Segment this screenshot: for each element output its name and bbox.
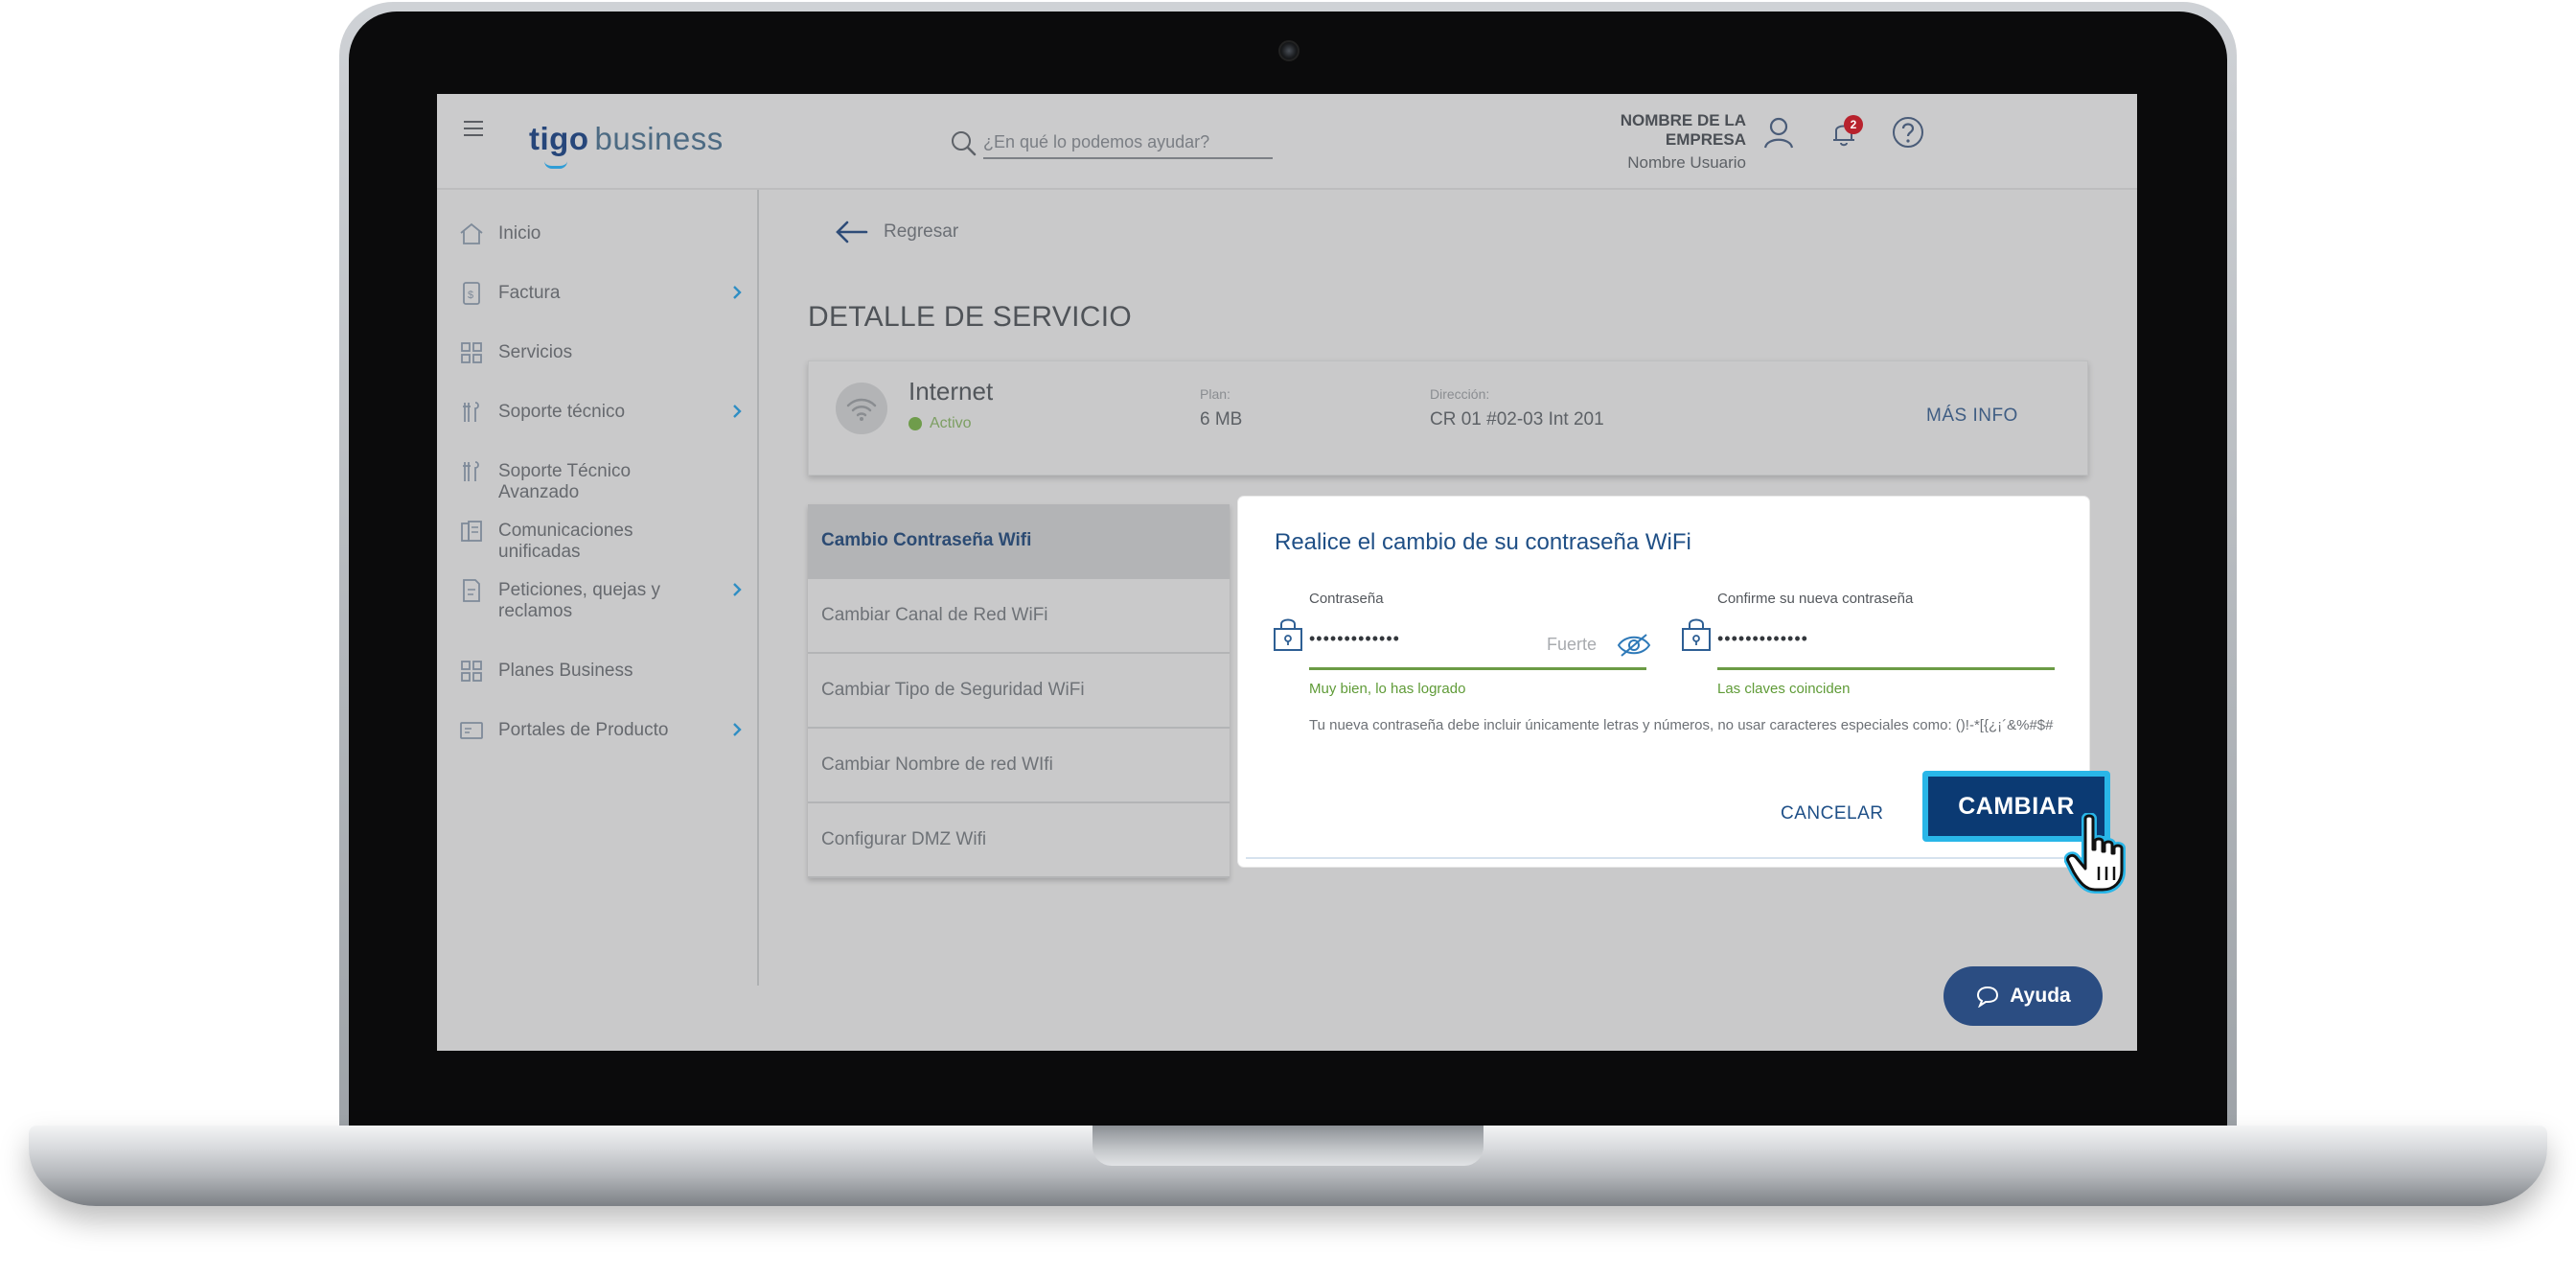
sidebar-item-label: Portales de Producto [498, 720, 669, 740]
option-change-security[interactable]: Cambiar Tipo de Seguridad WiFi [808, 654, 1230, 729]
chat-bubble-icon [1977, 986, 1999, 1008]
hamburger-menu-icon[interactable] [464, 121, 483, 136]
status-text: Activo [930, 415, 972, 431]
sidebar-item-soporte-tecnico[interactable]: Soporte técnico [458, 399, 746, 437]
change-password-dialog: Realice el cambio de su contraseña WiFi … [1238, 497, 2110, 867]
sidebar-item-soporte-avanzado[interactable]: Soporte Técnico Avanzado [458, 458, 746, 502]
tigo-business-logo[interactable]: tigo business [529, 121, 724, 157]
help-chat-button[interactable]: Ayuda [1944, 966, 2103, 1026]
status-dot-icon [908, 417, 922, 430]
sidebar-item-planes-business[interactable]: Planes Business [458, 658, 746, 696]
portal-icon [460, 722, 483, 739]
password-strength: Fuerte [1547, 635, 1598, 654]
sidebar-item-label: Inicio [498, 223, 541, 244]
sidebar-item-label: Factura [498, 283, 561, 303]
service-status: Activo [908, 415, 972, 432]
confirm-password-label: Confirme su nueva contraseña [1717, 591, 1914, 607]
logo-smile-mark [544, 161, 567, 169]
sidebar-item-servicios[interactable]: Servicios [458, 339, 746, 378]
chevron-right-icon[interactable] [728, 403, 746, 420]
option-change-network-name[interactable]: Cambiar Nombre de red WIfi [808, 729, 1230, 803]
plan-label: Plan: [1200, 386, 1230, 402]
sidebar-item-label: Comunicaciones unificadas [498, 521, 633, 562]
dialog-title: Realice el cambio de su contraseña WiFi [1275, 529, 1691, 555]
option-change-channel[interactable]: Cambiar Canal de Red WiFi [808, 579, 1230, 654]
password-rules-text: Tu nueva contraseña debe incluir únicame… [1309, 717, 2054, 733]
password-input[interactable]: ••••••••••••• [1309, 629, 1400, 649]
sidebar-item-label: Planes Business [498, 661, 633, 681]
user-name: Nombre Usuario [1627, 153, 1746, 172]
webcam [1278, 40, 1300, 61]
more-info-link[interactable]: MÁS INFO [1926, 406, 2018, 427]
option-configure-dmz[interactable]: Configurar DMZ Wifi [808, 803, 1230, 878]
chevron-right-icon[interactable] [728, 284, 746, 301]
grid-icon [461, 342, 482, 363]
back-label: Regresar [884, 221, 959, 242]
sidebar-item-label: Servicios [498, 342, 573, 362]
tools-icon [463, 402, 479, 422]
confirm-password-hint: Las claves coinciden [1717, 681, 1851, 697]
sidebar-item-label: Peticiones, quejas y reclamos [498, 580, 660, 621]
app-screen: tigobusiness NOMBRE DE LA EMPRESA Nombre… [437, 94, 2137, 1051]
lock-icon [1274, 618, 1302, 651]
back-link[interactable]: Regresar [834, 219, 958, 245]
company-name: NOMBRE DE LA EMPRESA [1620, 111, 1746, 149]
wifi-icon-badge [836, 383, 887, 434]
chevron-right-icon[interactable] [728, 581, 746, 598]
sidebar-item-inicio[interactable]: Inicio [458, 221, 746, 259]
grid-icon [461, 661, 482, 682]
sidebar-item-factura[interactable]: $ Factura [458, 280, 746, 318]
address-label: Dirección: [1430, 386, 1490, 402]
user-icon[interactable] [1760, 113, 1798, 151]
tools-icon [463, 461, 479, 481]
help-icon[interactable] [1889, 113, 1927, 151]
search-bar [949, 127, 1275, 159]
building-icon [461, 521, 482, 542]
sidebar-nav: Inicio $ Factura Servicios Soporte técni… [437, 190, 759, 986]
sidebar-item-comunicaciones[interactable]: Comunicaciones unificadas [458, 518, 746, 562]
sidebar-item-peticiones[interactable]: Peticiones, quejas y reclamos [458, 577, 746, 635]
search-icon[interactable] [949, 128, 978, 157]
sidebar-item-portales[interactable]: Portales de Producto [458, 717, 746, 755]
arrow-left-icon [836, 221, 868, 244]
confirm-password-input[interactable]: ••••••••••••• [1717, 629, 1808, 649]
eye-toggle-icon[interactable] [1616, 631, 1652, 660]
top-bar: tigobusiness NOMBRE DE LA EMPRESA Nombre… [437, 94, 2137, 190]
sidebar-item-label: Soporte técnico [498, 402, 626, 422]
sidebar-item-label: Soporte Técnico Avanzado [498, 461, 632, 502]
account-info: NOMBRE DE LA EMPRESA Nombre Usuario [1574, 111, 1746, 173]
chevron-right-icon[interactable] [728, 721, 746, 738]
page-title: DETALLE DE SERVICIO [808, 301, 1133, 333]
home-icon [460, 222, 483, 244]
cancel-button[interactable]: CANCELAR [1781, 803, 1883, 824]
password-hint: Muy bien, lo has logrado [1309, 681, 1466, 697]
password-label: Contraseña [1309, 591, 1384, 607]
laptop-hinge-notch [1092, 1126, 1484, 1166]
hand-pointer-cursor-icon [2064, 813, 2126, 894]
service-card: Internet Activo Plan: 6 MB Dirección: CR… [808, 360, 2088, 476]
confirm-password-underline [1717, 667, 2055, 670]
search-input[interactable] [983, 127, 1273, 159]
dialog-bottom-divider [1246, 857, 2082, 859]
svg-text:$: $ [468, 290, 473, 301]
help-button-label: Ayuda [2010, 985, 2071, 1007]
wifi-icon [846, 398, 877, 421]
plan-value: 6 MB [1200, 409, 1243, 430]
password-underline [1309, 667, 1646, 670]
notification-badge: 2 [1844, 115, 1863, 134]
address-value: CR 01 #02-03 Int 201 [1430, 409, 1604, 430]
lock-icon [1682, 618, 1711, 651]
document-edit-icon [463, 579, 480, 602]
option-change-password[interactable]: Cambio Contraseña Wifi [808, 504, 1230, 579]
service-options-menu: Cambio Contraseña Wifi Cambiar Canal de … [808, 504, 1230, 878]
service-name: Internet [908, 377, 994, 406]
invoice-icon: $ [463, 282, 480, 305]
